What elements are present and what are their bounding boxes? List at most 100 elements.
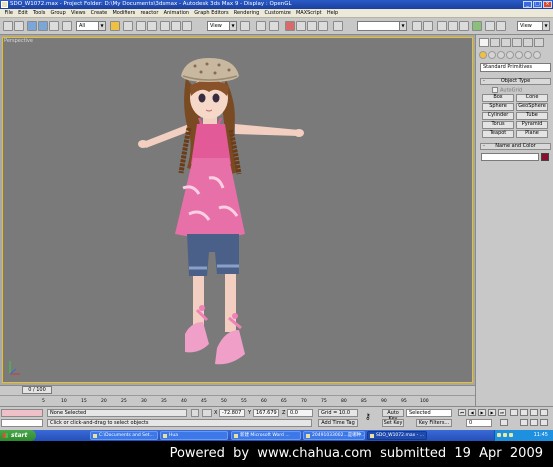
create-tab-icon[interactable] bbox=[479, 38, 489, 47]
primitive-category-dropdown[interactable]: Standard Primitives bbox=[480, 63, 551, 72]
named-selection-sets-dropdown[interactable]: ▼ bbox=[357, 21, 407, 31]
named-selection-icon[interactable] bbox=[333, 21, 343, 31]
layer-manager-icon[interactable] bbox=[437, 21, 447, 31]
render-frame-icon[interactable] bbox=[496, 21, 506, 31]
percent-snap-icon[interactable] bbox=[307, 21, 317, 31]
name-and-color-rollout[interactable]: - Name and Color bbox=[480, 143, 551, 150]
box-button[interactable]: Box bbox=[482, 94, 514, 102]
maxscript-listener-white[interactable] bbox=[1, 419, 43, 427]
select-and-rotate-icon[interactable] bbox=[171, 21, 181, 31]
menu-graph-editors[interactable]: Graph Editors bbox=[192, 10, 232, 16]
lights-icon[interactable] bbox=[497, 51, 505, 59]
taskbar-item-browser[interactable]: 20491033002...是哪种... bbox=[303, 431, 365, 440]
current-frame-field[interactable]: 0 bbox=[466, 419, 492, 427]
autogrid-checkbox[interactable]: AutoGrid bbox=[492, 87, 522, 94]
play-icon[interactable]: ▶ bbox=[478, 409, 486, 416]
unlink-icon[interactable] bbox=[38, 21, 48, 31]
tube-button[interactable]: Tube bbox=[516, 112, 548, 120]
tray-network-icon[interactable] bbox=[497, 433, 501, 437]
utilities-tab-icon[interactable] bbox=[534, 38, 544, 47]
undo-icon[interactable] bbox=[3, 21, 13, 31]
add-time-tag-button[interactable]: Add Time Tag bbox=[318, 419, 358, 427]
taskbar-item-explorer[interactable]: C:\Documents and Set... bbox=[90, 431, 158, 440]
object-color-swatch[interactable] bbox=[541, 153, 549, 161]
z-coordinate[interactable]: 0.0 bbox=[287, 409, 313, 417]
y-coordinate[interactable]: 167.679 bbox=[253, 409, 279, 417]
torus-button[interactable]: Torus bbox=[482, 121, 514, 129]
schematic-view-icon[interactable] bbox=[459, 21, 469, 31]
taskbar-item-hua[interactable]: Hua bbox=[160, 431, 228, 440]
next-frame-icon[interactable]: ▶ bbox=[488, 409, 496, 416]
object-name-field[interactable] bbox=[481, 153, 539, 161]
menu-rendering[interactable]: Rendering bbox=[231, 10, 262, 16]
space-warps-icon[interactable] bbox=[524, 51, 532, 59]
systems-icon[interactable] bbox=[533, 51, 541, 59]
pyramid-button[interactable]: Pyramid bbox=[516, 121, 548, 129]
lock-selection-icon[interactable] bbox=[191, 409, 199, 417]
select-by-name-icon[interactable] bbox=[123, 21, 133, 31]
start-button[interactable]: start bbox=[0, 430, 36, 441]
spinner-snap-icon[interactable] bbox=[318, 21, 328, 31]
menu-animation[interactable]: Animation bbox=[161, 10, 192, 16]
time-config-icon[interactable] bbox=[500, 419, 508, 426]
rectangular-selection-icon[interactable] bbox=[136, 21, 146, 31]
cylinder-button[interactable]: Cylinder bbox=[482, 112, 514, 120]
select-and-scale-icon[interactable] bbox=[182, 21, 192, 31]
curve-editor-icon[interactable] bbox=[448, 21, 458, 31]
pan-icon[interactable] bbox=[520, 419, 528, 426]
helpers-icon[interactable] bbox=[515, 51, 523, 59]
auto-key-button[interactable]: Auto Key bbox=[382, 409, 404, 422]
tray-volume-icon[interactable] bbox=[503, 433, 507, 437]
maximize-icon[interactable]: □ bbox=[533, 1, 542, 8]
render-setup-icon[interactable] bbox=[485, 21, 495, 31]
menu-reactor[interactable]: reactor bbox=[138, 10, 161, 16]
geosphere-button[interactable]: GeoSphere bbox=[516, 103, 548, 111]
render-view-dropdown[interactable]: View ▼ bbox=[517, 21, 550, 31]
menu-views[interactable]: Views bbox=[68, 10, 88, 16]
menu-modifiers[interactable]: Modifiers bbox=[110, 10, 138, 16]
zoom-extents-icon[interactable] bbox=[540, 409, 548, 416]
menu-tools[interactable]: Tools bbox=[30, 10, 48, 16]
orbit-icon[interactable] bbox=[530, 419, 538, 426]
teapot-button[interactable]: Teapot bbox=[482, 130, 514, 138]
redo-icon[interactable] bbox=[14, 21, 24, 31]
menu-maxscript[interactable]: MAXScript bbox=[293, 10, 324, 16]
tray-ime-icon[interactable] bbox=[509, 433, 513, 437]
plane-button[interactable]: Plane bbox=[516, 130, 548, 138]
zoom-all-icon[interactable] bbox=[530, 409, 538, 416]
bind-space-warp-icon[interactable] bbox=[49, 21, 59, 31]
key-mode-icon[interactable] bbox=[510, 409, 518, 416]
maximize-viewport-icon[interactable] bbox=[540, 419, 548, 426]
window-crossing-icon[interactable] bbox=[147, 21, 157, 31]
link-icon[interactable] bbox=[27, 21, 37, 31]
menu-help[interactable]: Help bbox=[324, 10, 341, 16]
go-to-start-icon[interactable]: ⏮ bbox=[458, 409, 466, 416]
absolute-mode-icon[interactable] bbox=[202, 409, 212, 417]
key-filters-button[interactable]: Key Filters... bbox=[416, 419, 452, 427]
minimize-icon[interactable]: _ bbox=[523, 1, 532, 8]
clock[interactable]: 11:45 bbox=[534, 432, 548, 438]
maxscript-listener-pink[interactable] bbox=[1, 409, 43, 417]
perspective-viewport[interactable] bbox=[2, 37, 473, 383]
viewport-label[interactable]: Perspective bbox=[4, 38, 33, 44]
cone-button[interactable]: Cone bbox=[516, 94, 548, 102]
mirror-icon[interactable] bbox=[412, 21, 422, 31]
menu-create[interactable]: Create bbox=[88, 10, 110, 16]
manipulate-icon[interactable] bbox=[256, 21, 266, 31]
shapes-icon[interactable] bbox=[488, 51, 496, 59]
auto-key-mode-dropdown[interactable]: Selected bbox=[406, 409, 452, 417]
menu-file[interactable]: File bbox=[2, 10, 16, 16]
menu-customize[interactable]: Customize bbox=[262, 10, 293, 16]
select-cursor-icon[interactable] bbox=[110, 21, 120, 31]
snaps-toggle-icon[interactable] bbox=[285, 21, 295, 31]
modify-tab-icon[interactable] bbox=[490, 38, 500, 47]
previous-frame-icon[interactable]: ◀ bbox=[468, 409, 476, 416]
reference-coordinate-dropdown[interactable]: View ▼ bbox=[207, 21, 237, 31]
pivot-center-icon[interactable] bbox=[240, 21, 250, 31]
sphere-button[interactable]: Sphere bbox=[482, 103, 514, 111]
cameras-icon[interactable] bbox=[506, 51, 514, 59]
zoom-icon[interactable] bbox=[520, 409, 528, 416]
close-icon[interactable]: × bbox=[543, 1, 552, 8]
object-type-rollout[interactable]: - Object Type bbox=[480, 78, 551, 85]
select-object-icon[interactable] bbox=[62, 21, 72, 31]
